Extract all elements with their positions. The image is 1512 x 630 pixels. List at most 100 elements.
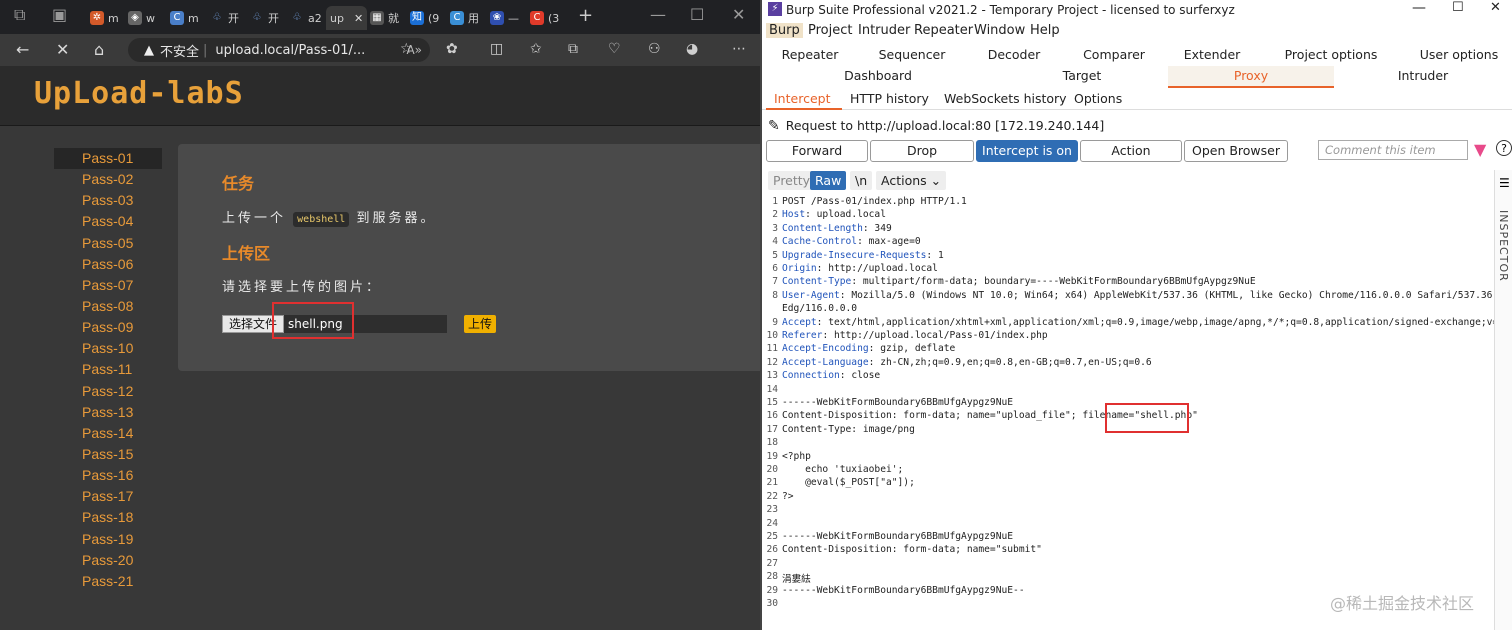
- line-number: 25: [766, 531, 778, 542]
- browser-tab-11[interactable]: ❀ —: [490, 6, 519, 30]
- paw-icon: ❀: [490, 11, 504, 25]
- menu-repeater[interactable]: Repeater: [914, 23, 973, 38]
- upload-button[interactable]: 上传: [464, 315, 496, 333]
- comment-input[interactable]: Comment this item: [1318, 140, 1468, 160]
- sidebar-item-pass-04[interactable]: Pass-04: [54, 211, 162, 232]
- menu-project[interactable]: Project: [808, 23, 852, 38]
- sidebar-item-pass-20[interactable]: Pass-20: [54, 550, 162, 571]
- newline-toggle[interactable]: \n: [850, 171, 873, 190]
- sidebar-item-pass-05[interactable]: Pass-05: [54, 233, 162, 254]
- more-menu-icon[interactable]: ⋯: [732, 41, 746, 57]
- close-icon[interactable]: ✕: [732, 5, 745, 24]
- sidebar-item-pass-19[interactable]: Pass-19: [54, 529, 162, 550]
- security-label[interactable]: 不安全: [160, 41, 199, 60]
- help-icon[interactable]: ?: [1496, 140, 1512, 156]
- subtab-websockets-history[interactable]: WebSockets history: [944, 91, 1067, 106]
- tab-comparer[interactable]: Comparer: [1066, 47, 1162, 62]
- favorites-icon[interactable]: ✩: [530, 41, 542, 57]
- extensions-icon[interactable]: ✿: [446, 41, 458, 57]
- tab-proxy[interactable]: Proxy: [1168, 68, 1334, 83]
- tab-extender[interactable]: Extender: [1162, 47, 1262, 62]
- browser-tab-8[interactable]: ▦ 就: [370, 6, 399, 30]
- open-browser-button[interactable]: Open Browser: [1184, 140, 1288, 162]
- menu-lines-icon[interactable]: ☰: [1499, 176, 1510, 190]
- tab-project-options[interactable]: Project options: [1276, 47, 1386, 62]
- new-tab-icon[interactable]: +: [578, 5, 593, 26]
- header-key: Upgrade-Insecure-Requests: [782, 249, 927, 261]
- browser-tab-12[interactable]: C (3: [530, 6, 559, 30]
- sidebar-item-pass-14[interactable]: Pass-14: [54, 423, 162, 444]
- tab-intruder[interactable]: Intruder: [1338, 68, 1508, 83]
- minimize-icon[interactable]: —: [1412, 0, 1426, 16]
- sidebar-item-pass-02[interactable]: Pass-02: [54, 169, 162, 190]
- browser-tab-2[interactable]: ◈ w: [128, 6, 155, 30]
- url-text[interactable]: upload.local/Pass-01/...: [215, 43, 365, 58]
- subtab-http-history[interactable]: HTTP history: [850, 91, 929, 106]
- edit-pencil-icon[interactable]: ✎: [768, 118, 780, 134]
- forward-button[interactable]: Forward: [766, 140, 868, 162]
- sidebar-item-pass-17[interactable]: Pass-17: [54, 486, 162, 507]
- workspaces-icon[interactable]: ⧉: [14, 5, 25, 25]
- menu-window[interactable]: Window: [974, 23, 1025, 38]
- tab-sequencer[interactable]: Sequencer: [864, 47, 960, 62]
- browser-tab-5[interactable]: ♧ 开: [250, 6, 279, 30]
- drop-button[interactable]: Drop: [870, 140, 974, 162]
- sidebar-item-pass-10[interactable]: Pass-10: [54, 338, 162, 359]
- browser-tab-9[interactable]: 知 (9: [410, 6, 439, 30]
- subtab-options[interactable]: Options: [1074, 91, 1122, 106]
- back-icon[interactable]: ←: [16, 40, 29, 60]
- sidebar-item-pass-09[interactable]: Pass-09: [54, 317, 162, 338]
- browser-tab-1[interactable]: ✲ m: [90, 6, 119, 30]
- line-number: 15: [766, 397, 778, 408]
- avatar[interactable]: ◕: [686, 41, 698, 57]
- sidebar-item-pass-01[interactable]: Pass-01: [54, 148, 162, 170]
- sidebar-item-pass-15[interactable]: Pass-15: [54, 444, 162, 465]
- sidebar-item-pass-13[interactable]: Pass-13: [54, 402, 162, 423]
- tab-decoder[interactable]: Decoder: [966, 47, 1062, 62]
- url-bar[interactable]: ▲ 不安全 | upload.local/Pass-01/... A»: [128, 38, 430, 62]
- close-icon[interactable]: ✕: [1490, 0, 1501, 15]
- sidebar-item-pass-16[interactable]: Pass-16: [54, 465, 162, 486]
- profile-link-icon[interactable]: ⚇: [648, 41, 661, 57]
- tab-user-options[interactable]: User options: [1408, 47, 1510, 62]
- action-button[interactable]: Action: [1080, 140, 1182, 162]
- sidebar-item-pass-12[interactable]: Pass-12: [54, 381, 162, 402]
- menu-burp[interactable]: Burp: [766, 23, 803, 38]
- view-pretty-tab[interactable]: Pretty: [768, 171, 816, 190]
- favorite-star-icon[interactable]: ☆: [400, 41, 413, 57]
- browser-tab-6[interactable]: ♧ a2: [290, 6, 322, 30]
- header-value: Content-Type: image/png: [782, 423, 915, 435]
- home-icon[interactable]: ⌂: [94, 40, 104, 60]
- inspector-panel[interactable]: ☰ INSPECTOR: [1494, 170, 1512, 630]
- sidebar-item-pass-18[interactable]: Pass-18: [54, 507, 162, 528]
- tab-target[interactable]: Target: [994, 68, 1170, 83]
- tab-dashboard[interactable]: Dashboard: [762, 68, 994, 83]
- sidebar-item-pass-06[interactable]: Pass-06: [54, 254, 162, 275]
- browser-tab-4[interactable]: ♧ 开: [210, 6, 239, 30]
- tab-repeater[interactable]: Repeater: [762, 47, 858, 62]
- browser-tab-3[interactable]: Cm: [170, 6, 199, 30]
- menu-intruder[interactable]: Intruder: [858, 23, 910, 38]
- split-screen-icon[interactable]: ◫: [490, 41, 503, 57]
- highlight-color-icon[interactable]: ▼: [1474, 140, 1486, 159]
- actions-dropdown[interactable]: Actions ⌄: [876, 171, 947, 190]
- intercept-toggle-button[interactable]: Intercept is on: [976, 140, 1078, 162]
- sidebar-item-pass-11[interactable]: Pass-11: [54, 359, 162, 380]
- sidebar-item-pass-21[interactable]: Pass-21: [54, 571, 162, 592]
- inspector-label[interactable]: INSPECTOR: [1497, 210, 1510, 282]
- collections-icon[interactable]: ⧉: [568, 41, 578, 57]
- browser-essentials-icon[interactable]: ♡: [608, 41, 621, 57]
- close-tab-icon[interactable]: ✕: [354, 12, 363, 25]
- menu-help[interactable]: Help: [1030, 23, 1060, 38]
- sidebar-item-pass-03[interactable]: Pass-03: [54, 190, 162, 211]
- view-raw-tab[interactable]: Raw: [810, 171, 847, 190]
- tab-actions-icon[interactable]: ▣: [52, 5, 67, 24]
- minimize-icon[interactable]: —: [650, 5, 666, 24]
- stop-loading-icon[interactable]: ✕: [56, 40, 69, 60]
- maximize-icon[interactable]: ☐: [690, 5, 704, 24]
- sidebar-item-pass-08[interactable]: Pass-08: [54, 296, 162, 317]
- sidebar-item-pass-07[interactable]: Pass-07: [54, 275, 162, 296]
- browser-tab-active[interactable]: up ✕: [326, 6, 368, 30]
- maximize-icon[interactable]: ☐: [1452, 0, 1464, 15]
- browser-tab-10[interactable]: C用: [450, 6, 479, 30]
